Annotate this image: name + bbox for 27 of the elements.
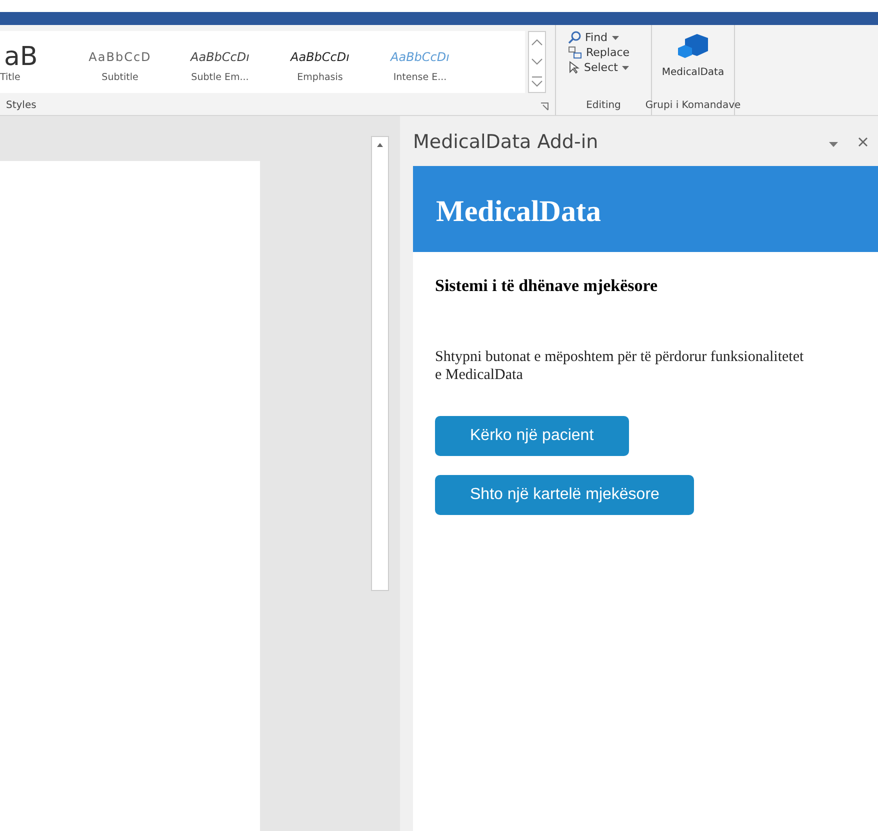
close-icon [858,137,868,147]
replace-icon [568,46,582,59]
style-gallery-item[interactable]: aB Title [0,42,70,82]
editing-button[interactable]: Find [568,31,651,44]
action-button[interactable]: Kërko një pacient [435,416,629,456]
scrollbar[interactable] [371,136,389,591]
subtitle: Sistemi i të dhënave mjekësore [435,276,659,296]
cubes-icon [677,33,709,59]
editing-button[interactable]: Replace [568,46,651,59]
style-gallery-item[interactable]: AaBbCcDı Emphasis [270,42,370,82]
style-gallery-item[interactable]: AaBbCcDı Subtle Em... [170,42,270,82]
group-label: Styles [5,99,38,113]
editing-button[interactable]: Select [568,61,651,74]
action-button[interactable]: Shto një kartelë mjekësore [435,475,694,515]
style-gallery-item[interactable]: AaBbCcDı Intense E... [370,42,470,82]
pane-title: MedicalData Add-in [413,131,600,153]
group-label: Grupi i Komandave [644,99,742,113]
group-label: Editing [585,99,622,113]
scroll-up-icon[interactable] [376,141,384,149]
search-icon [568,31,581,44]
dialog-launcher-icon[interactable] [540,102,549,111]
app-heading: MedicalData [436,195,601,229]
caret-icon [829,142,838,147]
pointer-icon [568,61,580,74]
description: Shtypni butonat e mëposhtem për të përdorur funksionalitetet e MedicalData [435,348,805,384]
style-gallery-item[interactable]: AaBbCcD Subtitle [70,42,170,82]
add-in-button[interactable]: MedicalData [662,25,724,97]
